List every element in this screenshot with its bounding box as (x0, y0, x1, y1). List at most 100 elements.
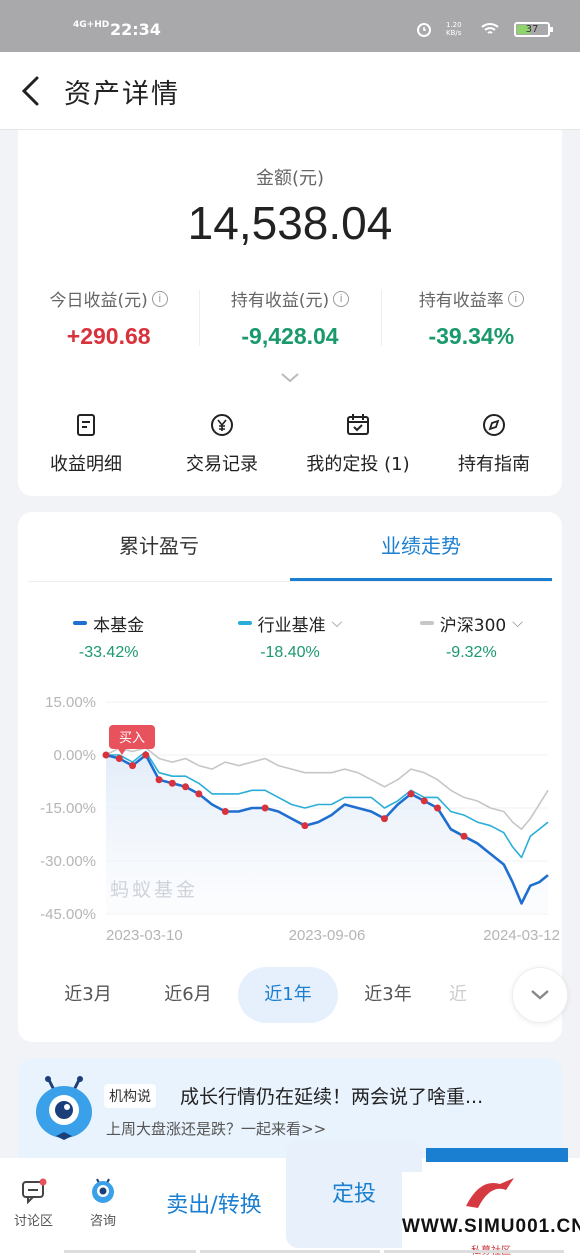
chevron-down-icon[interactable]: ⌵ (512, 615, 523, 631)
page-title: 资产详情 (64, 79, 180, 110)
stat-label: 持有收益率 (418, 291, 504, 311)
consult-button[interactable]: 咨询 (90, 1178, 116, 1229)
legend-csi300[interactable]: 沪深300 ⌵ -9.32% (381, 610, 562, 662)
amount-value: 14,538.04 (187, 197, 393, 249)
news-subtitle[interactable]: 上周大盘涨还是跌？一起来看>> (106, 1118, 326, 1139)
trade-point[interactable] (301, 822, 309, 830)
legend-swatch (73, 621, 88, 625)
trade-point[interactable] (380, 815, 388, 823)
trade-point[interactable] (221, 808, 229, 816)
buy-button-edge[interactable] (426, 1148, 568, 1162)
legend-benchmark[interactable]: 行业基准 ⌵ -18.40% (199, 610, 380, 662)
trade-point[interactable] (182, 783, 190, 791)
asset-summary-card: 金额(元) 14,538.04 今日收益(元) i +290.68 持有收益(元)… (18, 130, 562, 496)
nav-indicator (64, 1250, 196, 1253)
discussion-button[interactable]: 讨论区 (14, 1178, 53, 1229)
trade-point[interactable] (115, 755, 123, 763)
y-tick-label: 15.00% (45, 694, 96, 711)
trade-point[interactable] (155, 776, 163, 784)
action-my-auto-invest[interactable]: 我的定投 (1) (290, 412, 426, 476)
action-label: 交易记录 (186, 454, 258, 475)
range-6m[interactable]: 近6月 (138, 967, 238, 1023)
action-profit-detail[interactable]: 收益明细 (18, 412, 154, 476)
y-axis-labels: 15.00% 0.00% -15.00% -30.00% -45.00% (40, 694, 96, 923)
back-arrow-icon[interactable] (18, 74, 44, 108)
news-tag: 机构说 (104, 1084, 156, 1108)
chart-legend: 本基金 -33.42% 行业基准 ⌵ -18.40% 沪深300 ⌵ -9.32% (18, 610, 562, 662)
trade-point[interactable] (420, 797, 428, 805)
status-time: 22:34 (110, 20, 161, 39)
chart-watermark: 蚂蚁基金 (110, 879, 199, 901)
legend-value: -18.40% (260, 643, 320, 661)
range-expand-button[interactable] (512, 967, 568, 1023)
chevron-down-icon[interactable]: ⌵ (332, 615, 343, 631)
stat-label: 今日收益(元) (49, 291, 148, 311)
ant-assistant-icon (92, 1178, 114, 1203)
legend-fund: 本基金 -33.42% (18, 610, 199, 662)
watermark-url: WWW.SIMU001.CN (402, 1216, 580, 1237)
trade-point[interactable] (434, 804, 441, 812)
range-1y[interactable]: 近1年 (238, 967, 338, 1023)
network-indicator: 4G+HD (73, 20, 110, 30)
sell-convert-button[interactable]: 卖出/转换 (148, 1158, 280, 1257)
chat-bubble-icon (21, 1178, 46, 1204)
calendar-icon (347, 414, 369, 435)
range-more-partial[interactable]: 近 (438, 967, 478, 1023)
chevron-down-icon (531, 990, 549, 1000)
bottom-action-bar: 讨论区 咨询 卖出/转换 定投 WWW.SIMU001.CN 私募社区 (0, 1140, 580, 1257)
battery-icon: 37 (514, 21, 553, 37)
action-holding-guide[interactable]: 持有指南 (426, 412, 562, 476)
trade-point[interactable] (129, 762, 137, 770)
chevron-down-icon[interactable] (280, 372, 300, 384)
info-icon[interactable]: i (507, 290, 524, 307)
legend-name: 行业基准 (257, 615, 326, 636)
y-tick-label: -15.00% (40, 800, 96, 817)
stat-today-profit[interactable]: 今日收益(元) i +290.68 (18, 286, 199, 350)
range-3y[interactable]: 近3年 (338, 967, 438, 1023)
range-selector: 近3月 近6月 近1年 近3年 近 (38, 967, 568, 1023)
legend-name: 本基金 (93, 615, 145, 636)
tab-performance-trend[interactable]: 业绩走势 (290, 512, 552, 581)
status-icons: 1.20 KB/s 37 (416, 21, 553, 37)
info-icon[interactable]: i (151, 290, 168, 307)
trade-point[interactable] (407, 790, 415, 798)
news-title: 成长行情仍在延续！两会说了啥重... (180, 1086, 484, 1108)
yen-icon (211, 414, 233, 436)
x-tick-label: 2023-03-10 (106, 927, 183, 944)
performance-card: 累计盈亏 业绩走势 本基金 -33.42% 行业基准 ⌵ -18.40% 沪深30… (18, 512, 568, 1042)
stat-holding-rate[interactable]: 持有收益率 i -39.34% (380, 286, 562, 350)
trade-point[interactable] (261, 804, 269, 812)
range-3m[interactable]: 近3月 (38, 967, 138, 1023)
nav-bar: 资产详情 (0, 52, 580, 130)
trade-point[interactable] (142, 751, 150, 759)
stat-holding-profit[interactable]: 持有收益(元) i -9,428.04 (199, 286, 380, 350)
y-tick-label: -30.00% (40, 853, 96, 870)
legend-value: -33.42% (78, 643, 139, 661)
compass-icon (483, 414, 505, 436)
stat-value: -9,428.04 (241, 323, 339, 349)
performance-tabs: 累计盈亏 业绩走势 (28, 512, 552, 582)
info-icon[interactable]: i (333, 290, 350, 307)
action-trade-records[interactable]: 交易记录 (154, 412, 290, 476)
legend-value: -9.32% (445, 643, 497, 661)
trade-point[interactable] (168, 779, 176, 787)
ant-mascot-icon (36, 1076, 92, 1140)
buy-marker-label: 买入 (119, 730, 145, 745)
x-axis-labels: 2023-03-10 2023-09-06 2024-03-12 (106, 927, 560, 944)
tab-cumulative-pnl[interactable]: 累计盈亏 (28, 512, 290, 581)
nav-indicator (200, 1250, 380, 1253)
performance-chart[interactable]: 15.00% 0.00% -15.00% -30.00% -45.00% 2023-03… (18, 682, 562, 952)
trade-point[interactable] (195, 790, 203, 798)
alarm-icon (417, 23, 431, 37)
action-label: 我的定投 (1) (306, 454, 410, 475)
trade-point[interactable] (460, 832, 468, 840)
amount-label: 金额(元) (255, 168, 325, 189)
nav-indicator (384, 1250, 564, 1253)
action-label: 收益明细 (50, 454, 122, 475)
network-speed: 1.20 KB/s (446, 21, 462, 37)
legend-swatch (419, 621, 434, 625)
site-watermark: WWW.SIMU001.CN 私募社区 (402, 1172, 580, 1257)
x-tick-label: 2023-09-06 (289, 927, 366, 944)
trade-point[interactable] (102, 751, 110, 759)
stat-value: -39.34% (428, 323, 515, 349)
